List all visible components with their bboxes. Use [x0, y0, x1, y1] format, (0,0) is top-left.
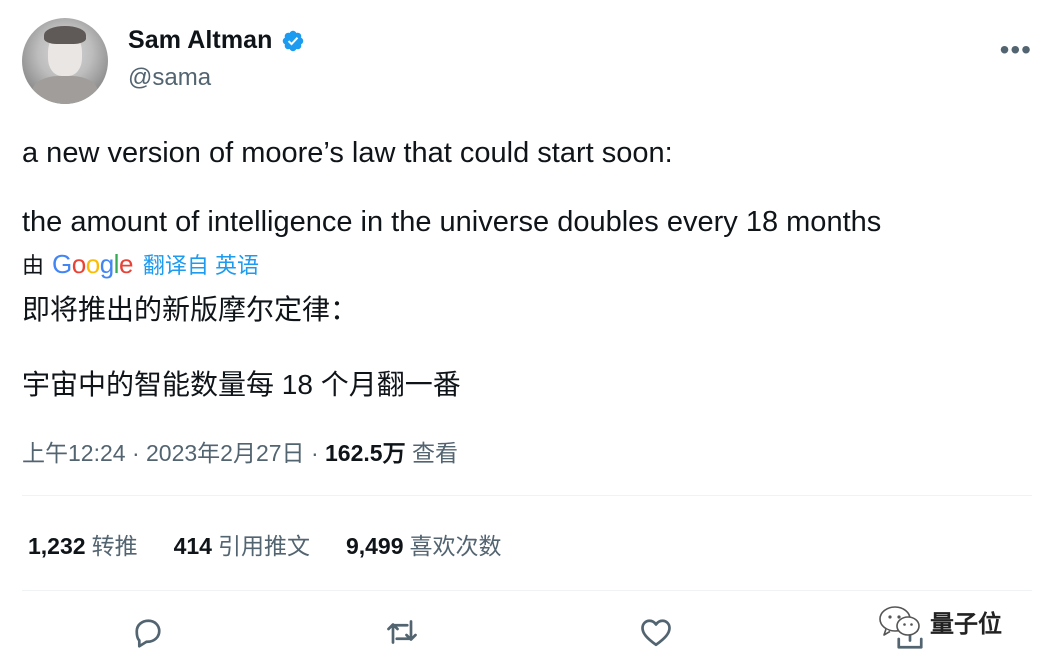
translation-attribution: 由 Google 翻译自 英语: [22, 248, 259, 280]
author-name-row[interactable]: Sam Altman: [128, 26, 305, 55]
watermark-text: 量子位: [930, 611, 1002, 638]
tweet-time[interactable]: 上午12:24: [22, 440, 126, 466]
tweet-header: Sam Altman @sama •••: [22, 18, 1032, 108]
retweets-stat[interactable]: 1,232 转推: [28, 527, 138, 561]
engagement-stats: 1,232 转推 414 引用推文 9,499 喜欢次数: [28, 527, 502, 561]
retweets-label: 转推: [91, 533, 138, 559]
reply-icon: [135, 619, 161, 648]
tweet-text-line: a new version of moore’s law that could …: [22, 137, 673, 169]
translated-by-label: 由: [22, 253, 45, 278]
divider: [22, 495, 1032, 496]
translated-from-link[interactable]: 翻译自 英语: [143, 248, 259, 280]
translated-text: 即将推出的新版摩尔定律： 宇宙中的智能数量每 18 个月翻一番: [22, 292, 1022, 402]
tweet-body: a new version of moore’s law that could …: [22, 136, 1022, 241]
google-logo-icon: Google: [52, 248, 133, 279]
likes-count: 9,499: [345, 533, 404, 559]
retweets-count: 1,232: [28, 533, 86, 559]
heart-icon: [641, 619, 671, 647]
like-button[interactable]: [638, 614, 678, 654]
author-handle[interactable]: @sama: [128, 64, 211, 92]
quotes-stat[interactable]: 414 引用推文: [174, 527, 310, 561]
watermark: 量子位: [878, 604, 1002, 639]
reply-button[interactable]: [130, 614, 170, 654]
avatar[interactable]: [22, 18, 108, 104]
author-name[interactable]: Sam Altman: [128, 26, 273, 55]
views-label: 查看: [411, 440, 458, 466]
meta-separator: ·: [310, 440, 319, 466]
retweet-icon: [387, 620, 417, 644]
tweet-date[interactable]: 2023年2月27日: [146, 440, 305, 466]
retweet-button[interactable]: [384, 614, 424, 654]
likes-stat[interactable]: 9,499 喜欢次数: [346, 527, 502, 561]
tweet-text-line: the amount of intelligence in the univer…: [22, 206, 882, 239]
more-options-icon[interactable]: •••: [1000, 36, 1032, 64]
quotes-label: 引用推文: [217, 533, 310, 559]
likes-label: 喜欢次数: [409, 533, 502, 559]
wechat-logo-icon: [879, 605, 920, 636]
views-count: 162.5万: [325, 440, 406, 466]
divider: [22, 590, 1032, 591]
translated-text-line: 即将推出的新版摩尔定律：: [22, 294, 359, 325]
meta-separator: ·: [131, 440, 140, 466]
translated-text-line: 宇宙中的智能数量每 18 个月翻一番: [22, 369, 461, 400]
quotes-count: 414: [173, 533, 212, 559]
verified-badge-icon: [282, 30, 303, 51]
tweet-meta: 上午12:24 · 2023年2月27日 · 162.5万 查看: [22, 434, 458, 468]
